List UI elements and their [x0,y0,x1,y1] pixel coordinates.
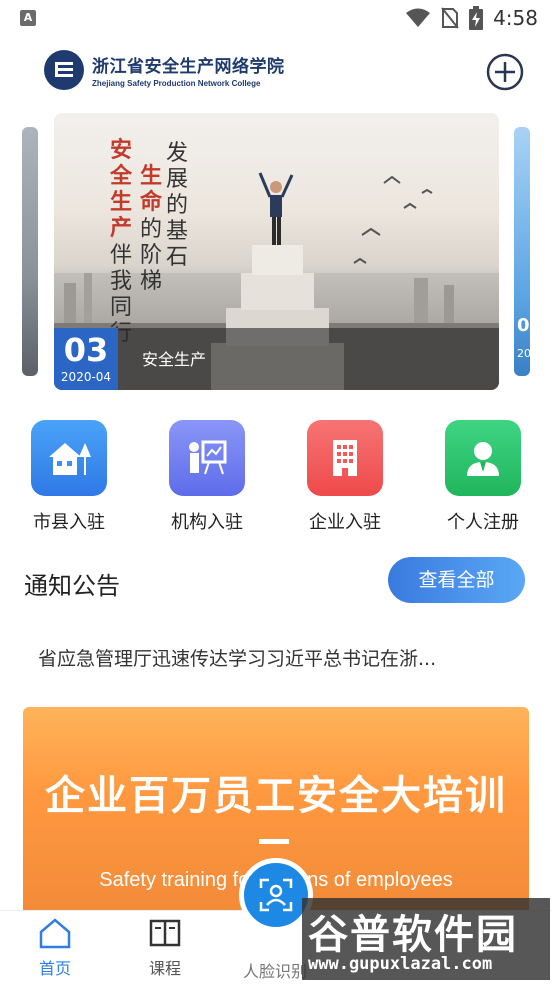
building-icon [307,420,383,496]
banner-slogan-1: 安全生产 [110,137,133,241]
entry-label: 企业入驻 [309,512,381,533]
carousel-current-slide[interactable]: 安全生产 伴我同行 生命 的阶梯 发展的基石 03 2020-04 安全生产 [54,113,499,390]
battery-charging-icon [469,6,484,30]
presentation-board-icon [169,420,245,496]
site-watermark: 谷普软件园 www.gupuxlazal.com [302,898,550,980]
banner-date: 03 2020-04 [54,328,118,390]
wifi-icon [406,8,431,27]
college-logo: 浙江省安全生产网络学院 Zhejiang Safety Production N… [44,50,285,90]
entry-grid: 市县入驻 机构入驻 企业入驻 个人注册 [0,420,552,535]
entry-city-county[interactable]: 市县入驻 [14,420,124,534]
banner-caption-bar [54,328,499,390]
entry-enterprise[interactable]: 企业入驻 [290,420,400,534]
next-slide-day: 0 [517,315,530,336]
notice-list-item[interactable]: 省应急管理厅迅速传达学习习近平总书记在浙... [38,644,518,671]
nav-course-label: 课程 [148,959,181,978]
no-sim-icon [441,7,459,29]
banner-slogan-3: 生命 [140,163,163,215]
carousel-prev-slide[interactable] [22,127,38,376]
college-emblem-icon [44,50,84,90]
app-header: 浙江省安全生产网络学院 Zhejiang Safety Production N… [0,44,552,100]
college-name-en: Zhejiang Safety Production Network Colle… [92,79,261,88]
status-bar-right: 4:58 [405,6,538,30]
promo-divider [259,839,289,844]
view-all-button[interactable]: 查看全部 [388,557,525,603]
entry-label: 市县入驻 [33,512,105,533]
entry-label: 机构入驻 [171,512,243,533]
entry-label: 个人注册 [447,512,519,533]
person-icon [445,420,521,496]
book-icon [149,919,181,947]
banner-date-day: 03 [63,331,109,369]
status-bar: A 4:58 [0,0,552,36]
clock: 4:58 [493,6,538,30]
nav-home[interactable]: 首页 [10,917,100,979]
notification-a-icon: A [20,10,36,26]
entry-institution[interactable]: 机构入驻 [152,420,262,534]
watermark-en: www.gupuxlazal.com [308,954,493,974]
home-icon [39,918,71,949]
next-slide-year: 20 [517,347,530,360]
watermark-cn: 谷普软件园 [308,912,518,958]
nav-home-label: 首页 [38,959,71,978]
carousel-next-slide[interactable]: 0 20 [514,127,530,376]
nav-course[interactable]: 课程 [120,917,210,979]
banner-date-year-month: 2020-04 [60,370,112,384]
banner-caption: 安全生产 [142,350,207,369]
banner-slogan-5: 发展的基石 [166,141,189,270]
banner-slogan-4: 的阶梯 [140,217,163,294]
add-icon[interactable] [486,53,524,91]
banner-carousel[interactable]: 安全生产 伴我同行 生命 的阶梯 发展的基石 03 2020-04 安全生产 0… [0,113,552,390]
face-scan-icon [259,878,293,912]
promo-title: 企业百万员工安全大培训 [45,773,507,819]
house-tree-icon [31,420,107,496]
nav-face-label: 人脸识别 [243,962,308,981]
notice-section-title: 通知公告 [24,572,120,600]
entry-personal[interactable]: 个人注册 [428,420,538,534]
college-name-cn: 浙江省安全生产网络学院 [92,57,285,77]
